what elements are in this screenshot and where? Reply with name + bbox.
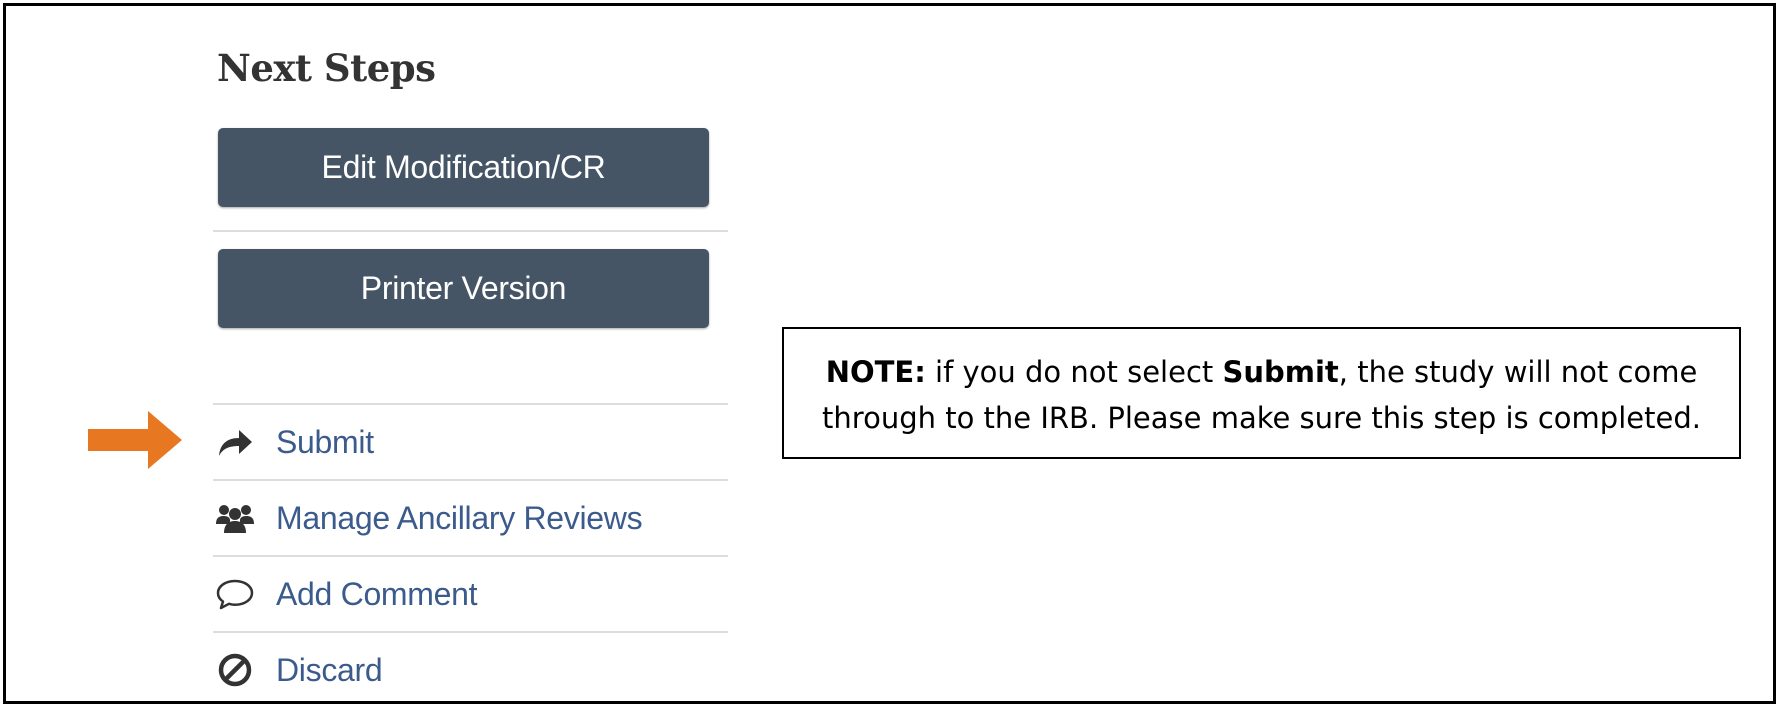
note-text-2: , the study will not come	[1338, 355, 1698, 389]
manage-ancillary-reviews-action[interactable]: Manage Ancillary Reviews	[213, 481, 728, 555]
share-arrow-icon	[216, 423, 254, 461]
printer-version-button[interactable]: Printer Version	[218, 249, 709, 328]
discard-action[interactable]: Discard	[213, 633, 728, 707]
add-comment-label: Add Comment	[276, 575, 478, 612]
speech-bubble-icon	[216, 575, 254, 613]
note-prefix: NOTE:	[825, 355, 926, 389]
edit-modification-button[interactable]: Edit Modification/CR	[218, 128, 709, 207]
discard-label: Discard	[276, 651, 383, 688]
add-comment-action[interactable]: Add Comment	[213, 557, 728, 631]
submit-label: Submit	[276, 423, 374, 460]
next-steps-heading: Next Steps	[217, 46, 436, 90]
note-line-1: NOTE: if you do not select Submit, the s…	[822, 349, 1701, 395]
divider	[213, 230, 728, 232]
orange-arrow-icon	[88, 411, 182, 469]
screenshot-frame: Next Steps Edit Modification/CR Printer …	[3, 3, 1776, 704]
note-box: NOTE: if you do not select Submit, the s…	[782, 327, 1741, 459]
note-text-1: if you do not select	[925, 355, 1223, 389]
note-line-2: through to the IRB. Please make sure thi…	[822, 401, 1701, 435]
note-bold-submit: Submit	[1222, 355, 1339, 389]
submit-action[interactable]: Submit	[213, 405, 728, 479]
users-group-icon	[216, 499, 254, 537]
ban-circle-icon	[216, 651, 254, 689]
manage-ancillary-reviews-label: Manage Ancillary Reviews	[276, 499, 643, 536]
